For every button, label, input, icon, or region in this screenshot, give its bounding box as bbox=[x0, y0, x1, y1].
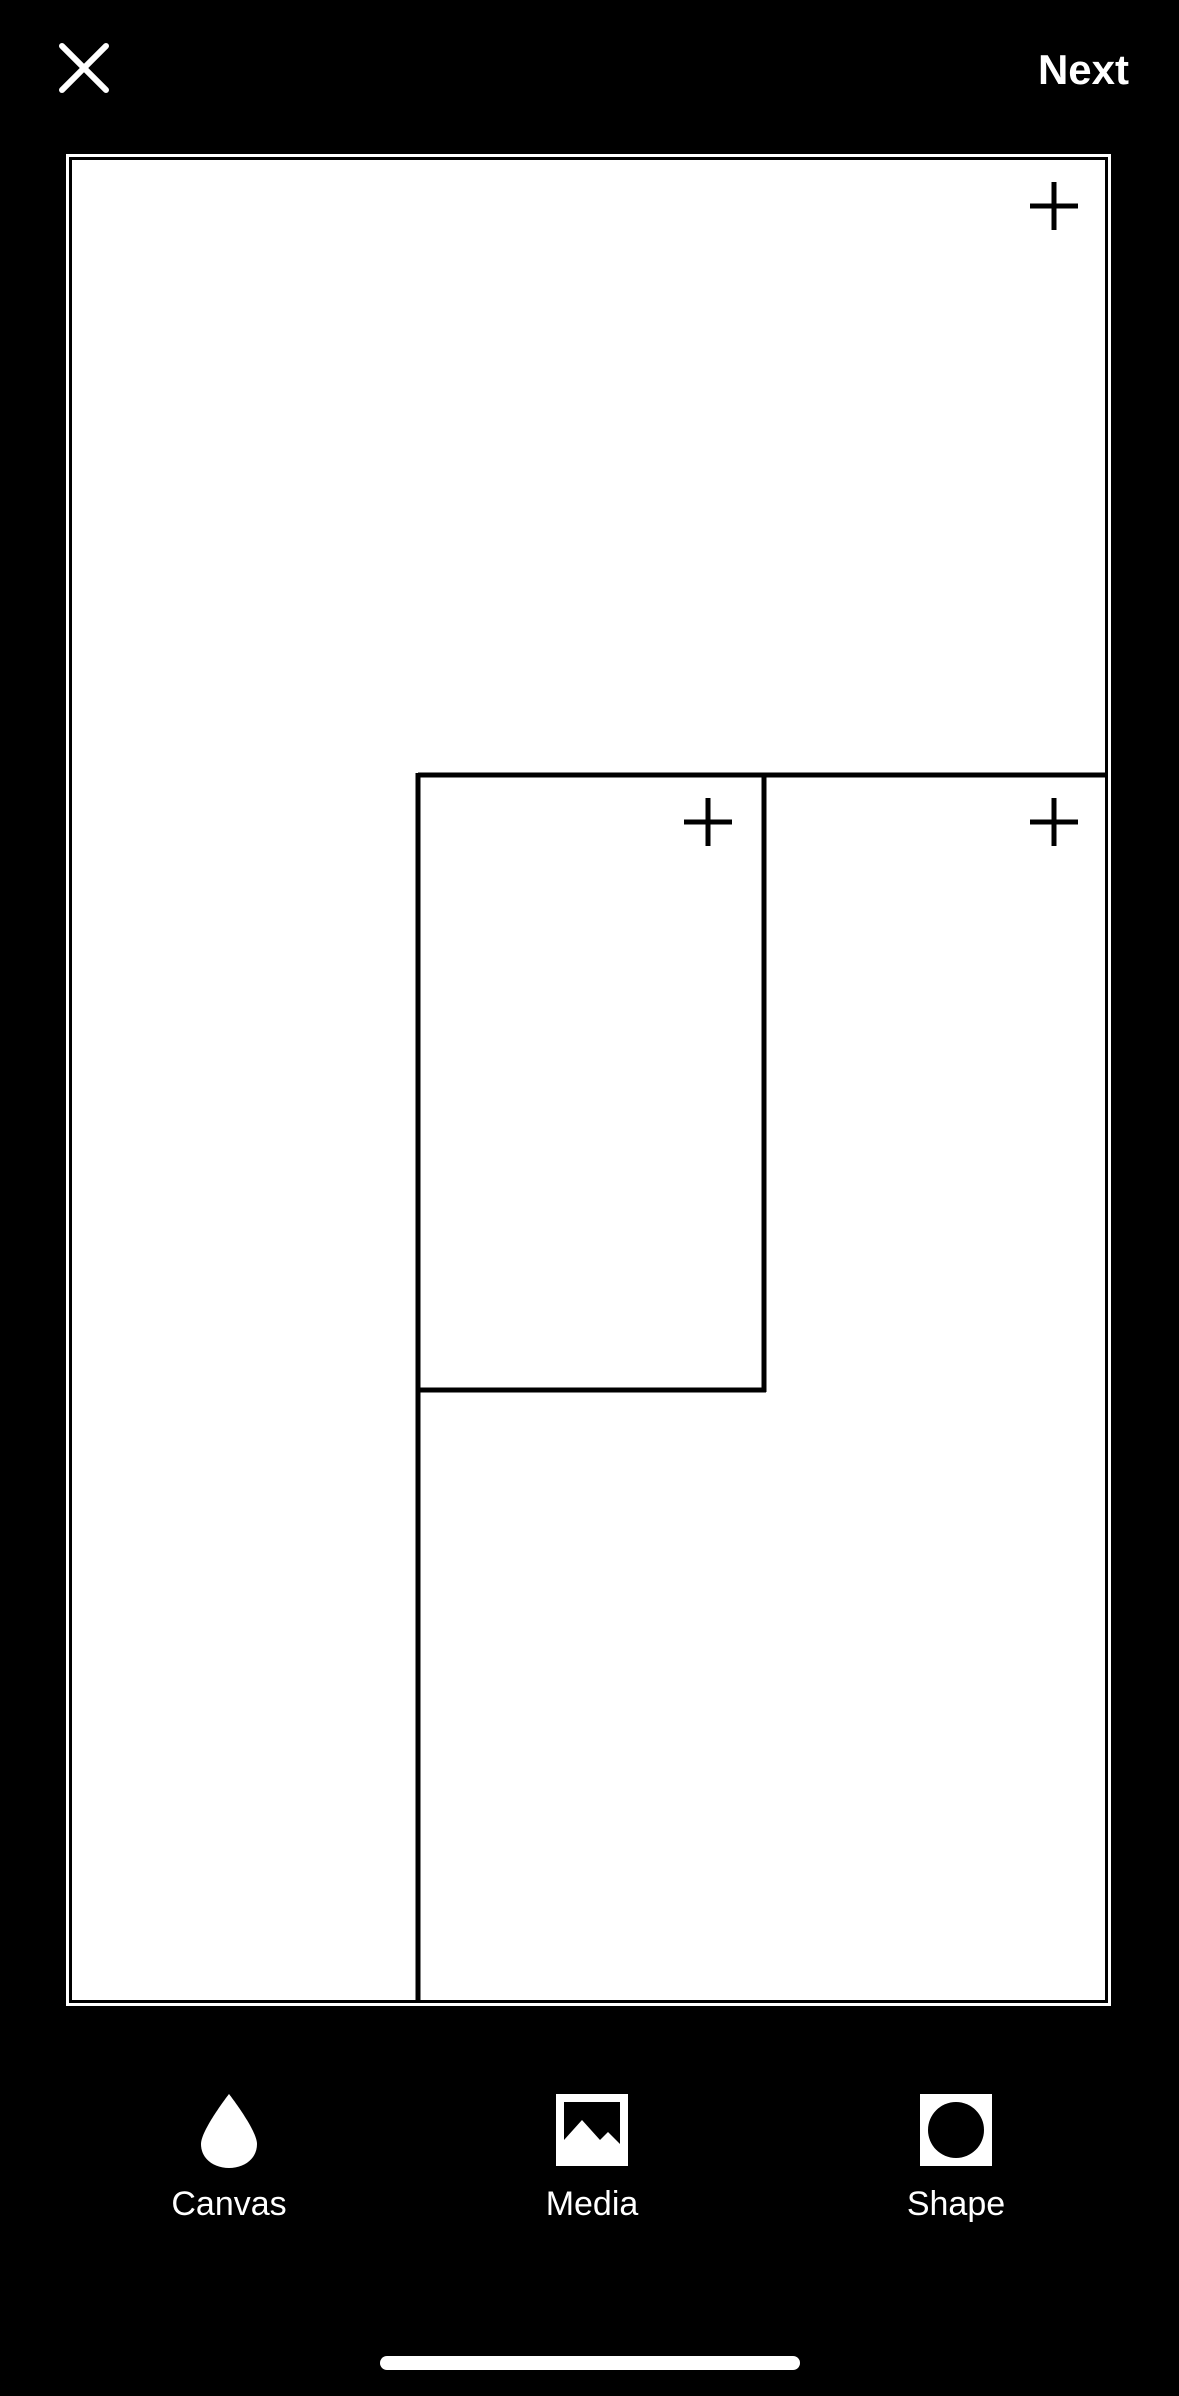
add-media-top-plus-icon[interactable] bbox=[1028, 180, 1080, 232]
media-tool-label: Media bbox=[545, 2185, 639, 2223]
canvas-tool-button[interactable]: Canvas bbox=[119, 2090, 339, 2224]
shape-icon bbox=[920, 2094, 992, 2166]
shape-tool-label: Shape bbox=[906, 2185, 1006, 2223]
plus-icon bbox=[1030, 798, 1078, 846]
canvas-tool-label: Canvas bbox=[171, 2185, 287, 2223]
image-icon bbox=[556, 2094, 628, 2166]
home-indicator[interactable] bbox=[380, 2356, 800, 2370]
bottom-toolbar: Canvas Media Shape bbox=[0, 2090, 1179, 2250]
top-bar: Next bbox=[0, 0, 1179, 140]
plus-icon bbox=[684, 798, 732, 846]
collage-cell-top[interactable] bbox=[72, 160, 1105, 773]
add-media-middle-plus-icon[interactable] bbox=[682, 796, 734, 848]
next-button[interactable]: Next bbox=[1038, 40, 1129, 100]
collage-canvas bbox=[72, 160, 1105, 2000]
add-media-right-plus-icon[interactable] bbox=[1028, 796, 1080, 848]
collage-canvas-frame bbox=[66, 154, 1111, 2006]
close-icon bbox=[59, 43, 109, 93]
media-tool-button[interactable]: Media bbox=[482, 2090, 702, 2224]
plus-icon bbox=[1030, 182, 1078, 230]
droplet-icon bbox=[201, 2094, 257, 2168]
collage-cell-right[interactable] bbox=[766, 777, 1105, 2000]
close-button[interactable] bbox=[52, 36, 116, 100]
shape-tool-button[interactable]: Shape bbox=[846, 2090, 1066, 2224]
collage-cell-middle[interactable] bbox=[420, 777, 762, 1388]
